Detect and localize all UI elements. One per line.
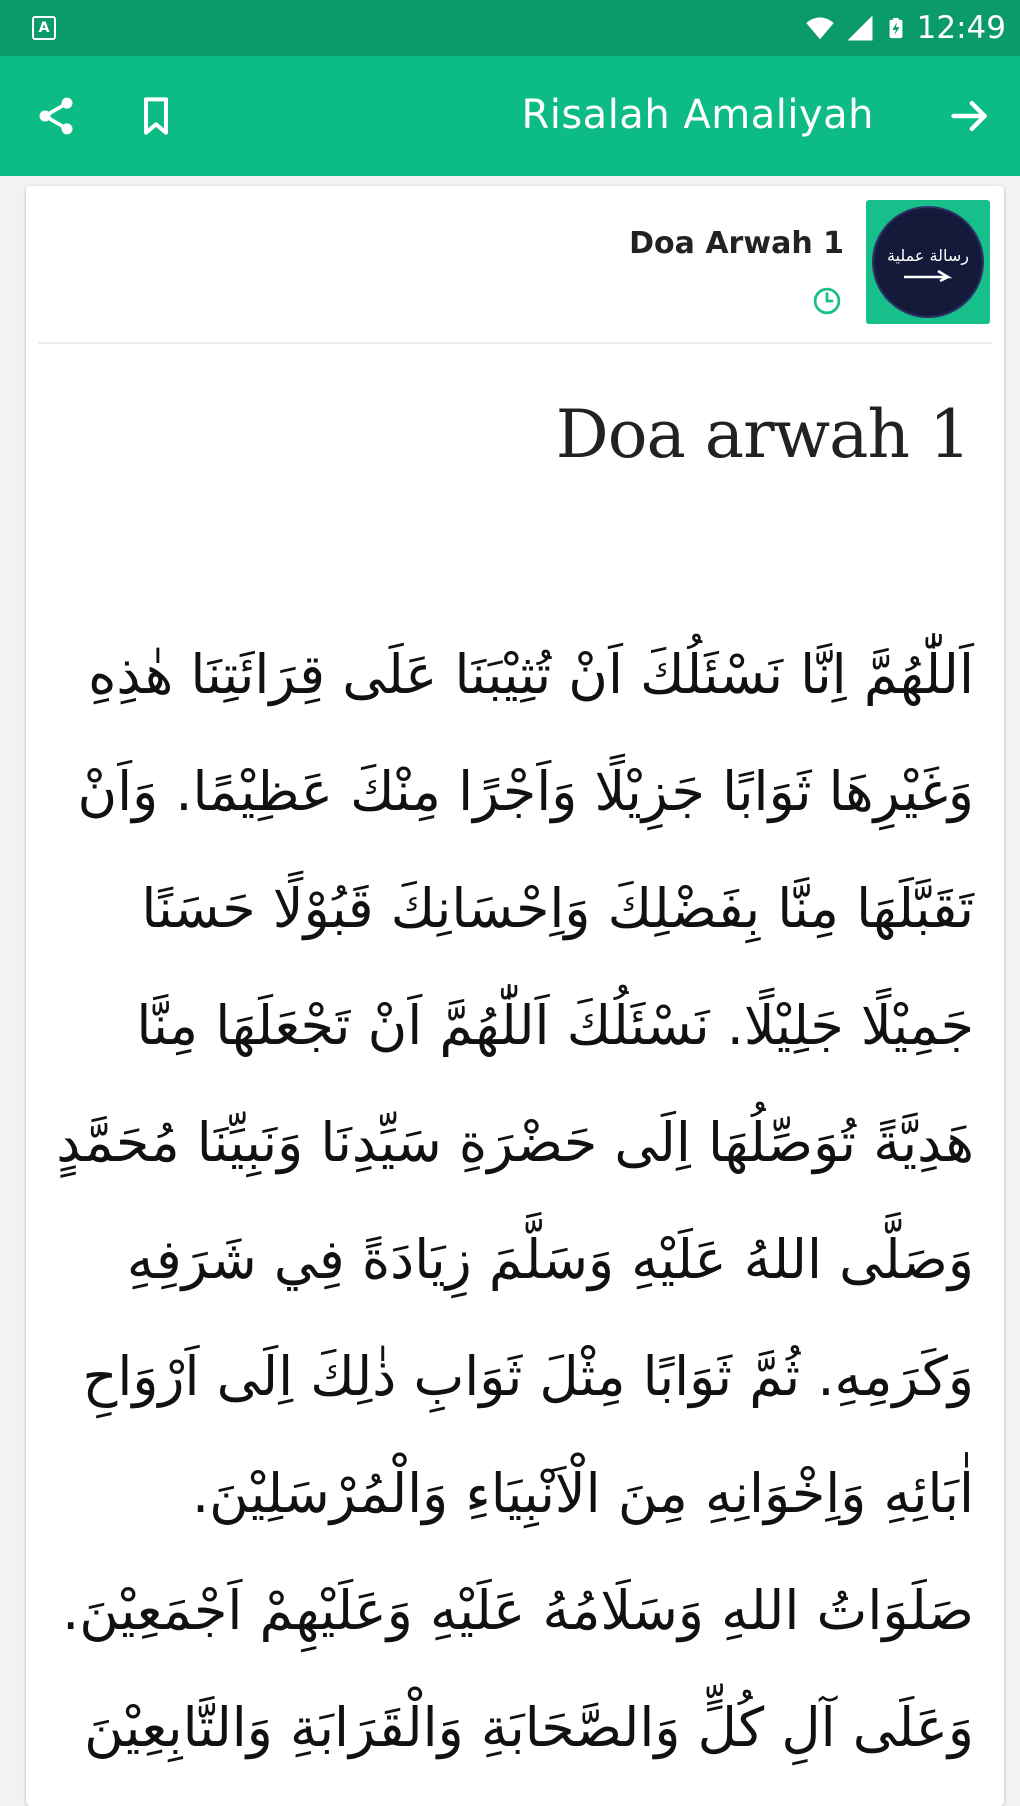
app-bar: Risalah Amaliyah	[0, 56, 1020, 176]
arabic-line: وَكَرَمِهِ. ثُمَّ ثَوَابًا مِثْلَ ثَوَاب…	[82, 1345, 974, 1408]
clock-icon	[813, 287, 841, 315]
arabic-line: اَللّٰهُمَّ اِنَّا نَسْئَلُكَ اَنْ تُثِي…	[88, 643, 974, 706]
arabic-text-body: اَللّٰهُمَّ اِنَّا نَسْئَلُكَ اَنْ تُثِي…	[56, 616, 974, 1786]
content-heading: Doa arwah 1	[555, 396, 971, 473]
share-button[interactable]	[26, 86, 86, 146]
arabic-line: صَلَوَاتُ اللهِ وَسَلَامُهُ عَلَيْهِ وَع…	[62, 1579, 974, 1642]
arrow-forward-icon	[951, 100, 987, 132]
post-thumbnail: رسالة عملية	[866, 200, 990, 324]
arabic-line: هَدِيَّةً تُوَصِّلُهَا اِلَى حَضْرَةِ سَ…	[56, 1111, 974, 1174]
status-icons: 12:49	[805, 8, 1006, 48]
status-bar: A 12:49	[0, 0, 1020, 56]
forward-button[interactable]	[940, 86, 1000, 146]
share-icon	[39, 97, 73, 135]
wifi-icon	[805, 17, 834, 40]
arabic-line: وَغَيْرِهَا ثَوَابًا جَزِيْلًا وَاَجْرًا…	[77, 760, 974, 823]
thumbnail-logo: رسالة عملية	[872, 206, 984, 318]
post-title: Doa Arwah 1	[629, 226, 844, 261]
bookmark-icon	[144, 97, 168, 135]
arabic-line: اٰبَائِهِ وَاِخْوَانِهِ مِنَ الْاَنْبِيَ…	[192, 1462, 974, 1525]
header-divider	[38, 342, 992, 344]
arrow-logo-icon	[904, 269, 953, 282]
signal-icon	[847, 15, 873, 41]
bookmark-button[interactable]	[126, 86, 186, 146]
card-header[interactable]: Doa Arwah 1 رسالة عملية	[26, 186, 1004, 342]
thumbnail-text: رسالة عملية	[886, 245, 970, 265]
arabic-line: تَقَبَّلَهَا مِنَّا بِفَضْلِكَ وَاِحْسَا…	[141, 877, 974, 940]
status-time: 12:49	[916, 10, 1006, 46]
content-card: Doa Arwah 1 رسالة عملية Doa arwah 1 اَلل…	[26, 186, 1004, 1806]
arabic-line: جَمِيْلًا جَلِيْلًا. نَسْئَلُكَ اَللّٰهُ…	[136, 994, 974, 1057]
arabic-line: وَصَلَّى اللهُ عَلَيْهِ وَسَلَّمَ زِيَاد…	[126, 1228, 974, 1291]
notification-icon: A	[32, 16, 56, 40]
app-title: Risalah Amaliyah	[521, 92, 874, 138]
battery-charging-icon	[889, 17, 903, 39]
arabic-line: وَعَلَى آلِ كُلٍّ وَالصَّحَابَةِ وَالْقَ…	[84, 1696, 974, 1759]
